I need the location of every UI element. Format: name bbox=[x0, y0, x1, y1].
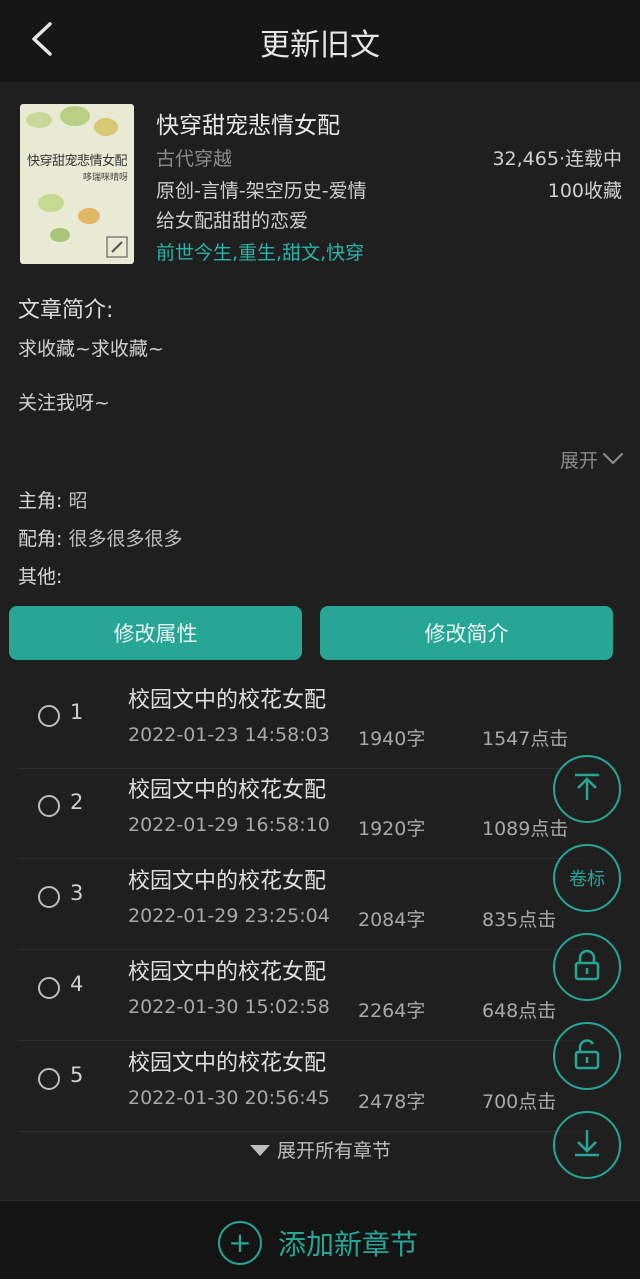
intro-line-2: 关注我呀~ bbox=[18, 392, 110, 414]
book-tags[interactable]: 前世今生,重生,甜文,快穿 bbox=[156, 238, 364, 265]
chapter-clicks: 648点击 bbox=[482, 1000, 557, 1022]
chapter-row[interactable]: 2 校园文中的校花女配 2022-01-29 16:58:10 1920字 10… bbox=[18, 768, 584, 859]
chapter-words: 1920字 bbox=[358, 818, 426, 840]
chapter-number: 3 bbox=[70, 881, 84, 905]
book-cover[interactable]: 快穿甜宠悲情女配 哆瑞咪晴呀 bbox=[20, 104, 134, 264]
volume-label-text: 卷标 bbox=[569, 869, 605, 890]
chapter-row[interactable]: 4 校园文中的校花女配 2022-01-30 15:02:58 2264字 64… bbox=[18, 950, 584, 1041]
show-all-chapters-button[interactable]: 展开所有章节 bbox=[0, 1136, 640, 1163]
add-chapter-button[interactable]: + 添加新章节 bbox=[218, 1221, 418, 1265]
lock-icon bbox=[572, 949, 602, 986]
other-row: 其他: bbox=[18, 562, 62, 589]
edit-attributes-button[interactable]: 修改属性 bbox=[9, 606, 302, 660]
protagonist-label: 主角: bbox=[18, 490, 63, 512]
other-label: 其他: bbox=[18, 566, 63, 588]
chevron-down-icon bbox=[602, 449, 624, 471]
chapter-select-radio[interactable] bbox=[38, 977, 60, 999]
chapter-name: 校园文中的校花女配 bbox=[128, 1051, 327, 1076]
expand-intro-button[interactable]: 展开 bbox=[560, 446, 624, 473]
chapter-select-radio[interactable] bbox=[38, 1068, 60, 1090]
chapter-words: 2264字 bbox=[358, 1000, 426, 1022]
chapter-number: 4 bbox=[70, 972, 84, 996]
chapter-row[interactable]: 3 校园文中的校花女配 2022-01-29 23:25:04 2084字 83… bbox=[18, 859, 584, 950]
chapter-clicks: 700点击 bbox=[482, 1091, 557, 1113]
cover-decoration bbox=[38, 194, 64, 212]
scroll-bottom-button[interactable] bbox=[553, 1111, 621, 1179]
chapter-date: 2022-01-29 23:25:04 bbox=[128, 905, 330, 927]
cover-decoration bbox=[94, 118, 118, 136]
edit-intro-button[interactable]: 修改简介 bbox=[320, 606, 613, 660]
chapter-row[interactable]: 5 校园文中的校花女配 2022-01-30 20:56:45 2478字 70… bbox=[18, 1041, 584, 1132]
book-tagline: 给女配甜甜的恋爱 bbox=[156, 210, 309, 232]
chapter-name: 校园文中的校花女配 bbox=[128, 869, 327, 894]
supporting-row: 配角: 很多很多很多 bbox=[18, 524, 182, 551]
chapter-select-radio[interactable] bbox=[38, 886, 60, 908]
edit-pencil-icon[interactable] bbox=[106, 236, 128, 258]
cover-title-text: 快穿甜宠悲情女配 bbox=[26, 154, 128, 169]
cover-decoration bbox=[50, 228, 70, 242]
chapter-name: 校园文中的校花女配 bbox=[128, 778, 327, 803]
book-category: 古代穿越 bbox=[156, 148, 233, 170]
chapter-clicks: 1089点击 bbox=[482, 818, 569, 840]
intro-heading: 文章简介: bbox=[18, 298, 114, 323]
bottom-bar: + 添加新章节 bbox=[0, 1200, 640, 1279]
chapter-clicks: 835点击 bbox=[482, 909, 557, 931]
cover-decoration bbox=[60, 106, 90, 126]
chapter-date: 2022-01-29 16:58:10 bbox=[128, 814, 330, 836]
supporting-value: 很多很多很多 bbox=[68, 528, 183, 550]
show-all-label: 展开所有章节 bbox=[277, 1140, 392, 1162]
chapter-select-radio[interactable] bbox=[38, 795, 60, 817]
chapter-date: 2022-01-30 20:56:45 bbox=[128, 1087, 330, 1109]
chapter-row[interactable]: 1 校园文中的校花女配 2022-01-23 14:58:03 1940字 15… bbox=[18, 678, 584, 769]
chapter-number: 1 bbox=[70, 700, 84, 724]
chapter-number: 2 bbox=[70, 790, 84, 814]
plus-icon: + bbox=[218, 1221, 262, 1265]
intro-line-1: 求收藏~求收藏~ bbox=[18, 338, 164, 360]
unlock-button[interactable] bbox=[553, 1022, 621, 1090]
expand-label: 展开 bbox=[559, 450, 598, 472]
arrow-up-icon bbox=[571, 771, 603, 808]
book-title: 快穿甜宠悲情女配 bbox=[156, 113, 340, 139]
protagonist-value: 昭 bbox=[68, 490, 88, 512]
chapter-name: 校园文中的校花女配 bbox=[128, 688, 327, 713]
add-chapter-label: 添加新章节 bbox=[278, 1228, 419, 1261]
supporting-label: 配角: bbox=[18, 528, 63, 550]
lock-button[interactable] bbox=[553, 933, 621, 1001]
chapter-number: 5 bbox=[70, 1063, 84, 1087]
cover-author-text: 哆瑞咪晴呀 bbox=[82, 173, 128, 183]
chapter-words: 2478字 bbox=[358, 1091, 426, 1113]
chapter-date: 2022-01-23 14:58:03 bbox=[128, 724, 330, 746]
book-stats: 32,465·连载中 bbox=[492, 148, 622, 170]
cover-decoration bbox=[78, 208, 100, 224]
scroll-top-button[interactable] bbox=[553, 755, 621, 823]
page-title: 更新旧文 bbox=[260, 28, 380, 63]
top-bar: 更新旧文 bbox=[0, 0, 640, 82]
book-favorites: 100收藏 bbox=[547, 180, 622, 202]
unlock-icon bbox=[572, 1038, 602, 1075]
caret-down-icon bbox=[249, 1140, 277, 1162]
chapter-words: 1940字 bbox=[358, 728, 426, 750]
arrow-down-icon bbox=[571, 1127, 603, 1164]
book-genre: 原创-言情-架空历史-爱情 bbox=[156, 180, 367, 202]
protagonist-row: 主角: 昭 bbox=[18, 486, 87, 513]
chapter-select-radio[interactable] bbox=[38, 705, 60, 727]
chapter-clicks: 1547点击 bbox=[482, 728, 569, 750]
chapter-name: 校园文中的校花女配 bbox=[128, 960, 327, 985]
chapter-words: 2084字 bbox=[358, 909, 426, 931]
volume-label-button[interactable]: 卷标 bbox=[553, 844, 621, 912]
cover-decoration bbox=[26, 112, 52, 128]
chapter-date: 2022-01-30 15:02:58 bbox=[128, 996, 330, 1018]
